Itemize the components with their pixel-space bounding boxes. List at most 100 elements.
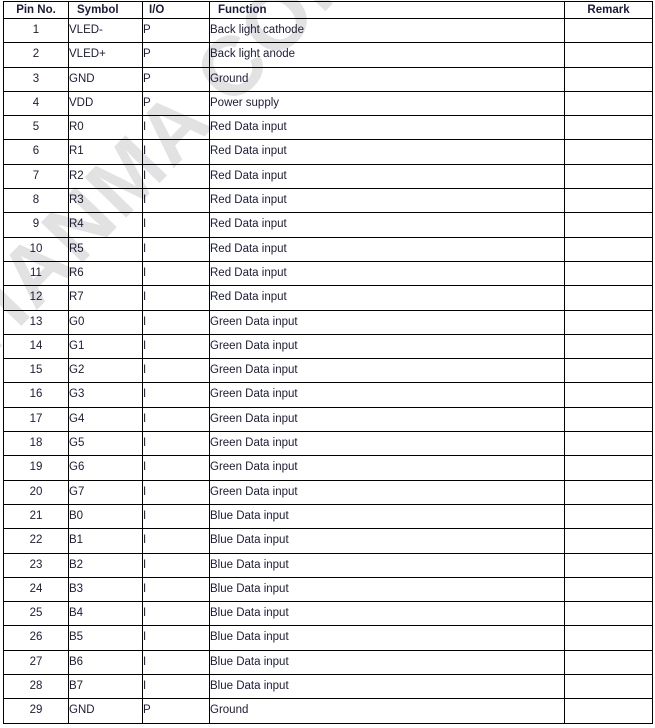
cell-io: I: [142, 479, 210, 505]
table-row: 4 VDD P Power supply: [3, 90, 653, 117]
cell-symbol: G3: [68, 382, 143, 408]
table-row: 27 B6 I Blue Data input: [3, 649, 653, 676]
cell-function: Red Data input: [209, 285, 565, 311]
cell-remark: [564, 285, 653, 311]
cell-pin-no: 1: [3, 17, 69, 44]
pin-assignment-table: Pin No. Symbol I/O Function Remark 1 VLED…: [3, 1, 653, 724]
cell-function: Blue Data input: [209, 576, 565, 603]
cell-io: I: [142, 649, 210, 676]
cell-io: I: [142, 674, 210, 700]
cell-pin-no: 21: [3, 503, 69, 530]
table-row: 29 GND P Ground: [3, 698, 653, 724]
cell-pin-no: 14: [3, 333, 69, 360]
table-row: 16 G3 I Green Data input: [3, 382, 653, 408]
column-header-remark: Remark: [564, 1, 653, 19]
cell-function: Ground: [209, 698, 565, 724]
cell-symbol: R2: [68, 163, 143, 190]
cell-remark: [564, 90, 653, 117]
cell-symbol: R5: [68, 236, 143, 262]
cell-remark: [564, 431, 653, 457]
cell-remark: [564, 576, 653, 603]
cell-remark: [564, 528, 653, 554]
cell-function: Power supply: [209, 90, 565, 117]
table-row: 21 B0 I Blue Data input: [3, 503, 653, 530]
cell-io: I: [142, 528, 210, 554]
cell-symbol: B1: [68, 528, 143, 554]
cell-pin-no: 24: [3, 576, 69, 603]
cell-io: I: [142, 333, 210, 360]
cell-pin-no: 4: [3, 90, 69, 117]
cell-io: I: [142, 115, 210, 141]
cell-pin-no: 23: [3, 552, 69, 578]
cell-io: P: [142, 698, 210, 724]
table-row: 8 R3 I Red Data input: [3, 188, 653, 214]
cell-io: I: [142, 188, 210, 214]
table-row: 20 G7 I Green Data input: [3, 479, 653, 505]
cell-pin-no: 17: [3, 406, 69, 433]
cell-pin-no: 7: [3, 163, 69, 190]
cell-remark: [564, 406, 653, 433]
table-row: 3 GND P Ground: [3, 66, 653, 92]
cell-symbol: G6: [68, 455, 143, 481]
cell-io: I: [142, 406, 210, 433]
cell-remark: [564, 309, 653, 335]
cell-pin-no: 26: [3, 625, 69, 651]
cell-pin-no: 28: [3, 674, 69, 700]
cell-function: Blue Data input: [209, 674, 565, 700]
cell-symbol: VLED-: [68, 17, 143, 44]
cell-io: I: [142, 309, 210, 335]
cell-pin-no: 22: [3, 528, 69, 554]
cell-symbol: R4: [68, 212, 143, 238]
cell-symbol: GND: [68, 698, 143, 724]
cell-symbol: R0: [68, 115, 143, 141]
cell-remark: [564, 455, 653, 481]
cell-remark: [564, 139, 653, 165]
cell-pin-no: 18: [3, 431, 69, 457]
cell-io: I: [142, 139, 210, 165]
cell-pin-no: 5: [3, 115, 69, 141]
table-header: Pin No. Symbol I/O Function Remark: [3, 1, 653, 19]
cell-symbol: G1: [68, 333, 143, 360]
table-row: 7 R2 I Red Data input: [3, 163, 653, 190]
cell-remark: [564, 163, 653, 190]
cell-remark: [564, 358, 653, 384]
table-row: 6 R1 I Red Data input: [3, 139, 653, 165]
table-row: 17 G4 I Green Data input: [3, 406, 653, 433]
cell-symbol: VDD: [68, 90, 143, 117]
cell-pin-no: 25: [3, 601, 69, 627]
cell-function: Ground: [209, 66, 565, 92]
table-header-row: Pin No. Symbol I/O Function Remark: [3, 1, 653, 19]
cell-symbol: VLED+: [68, 42, 143, 68]
cell-symbol: B0: [68, 503, 143, 530]
cell-function: Green Data input: [209, 406, 565, 433]
cell-remark: [564, 212, 653, 238]
cell-function: Green Data input: [209, 309, 565, 335]
cell-pin-no: 13: [3, 309, 69, 335]
cell-io: I: [142, 285, 210, 311]
cell-io: I: [142, 431, 210, 457]
cell-symbol: GND: [68, 66, 143, 92]
cell-io: I: [142, 552, 210, 578]
cell-remark: [564, 649, 653, 676]
cell-pin-no: 9: [3, 212, 69, 238]
cell-function: Blue Data input: [209, 649, 565, 676]
cell-io: P: [142, 17, 210, 44]
table-row: 12 R7 I Red Data input: [3, 285, 653, 311]
cell-function: Green Data input: [209, 455, 565, 481]
cell-symbol: B6: [68, 649, 143, 676]
cell-io: I: [142, 503, 210, 530]
cell-function: Green Data input: [209, 479, 565, 505]
cell-io: I: [142, 358, 210, 384]
cell-symbol: G7: [68, 479, 143, 505]
cell-io: P: [142, 42, 210, 68]
table-row: 28 B7 I Blue Data input: [3, 674, 653, 700]
cell-function: Red Data input: [209, 163, 565, 190]
cell-symbol: B2: [68, 552, 143, 578]
cell-pin-no: 2: [3, 42, 69, 68]
cell-remark: [564, 115, 653, 141]
cell-function: Red Data input: [209, 260, 565, 287]
table-row: 10 R5 I Red Data input: [3, 236, 653, 262]
cell-remark: [564, 674, 653, 700]
cell-remark: [564, 382, 653, 408]
cell-io: P: [142, 66, 210, 92]
